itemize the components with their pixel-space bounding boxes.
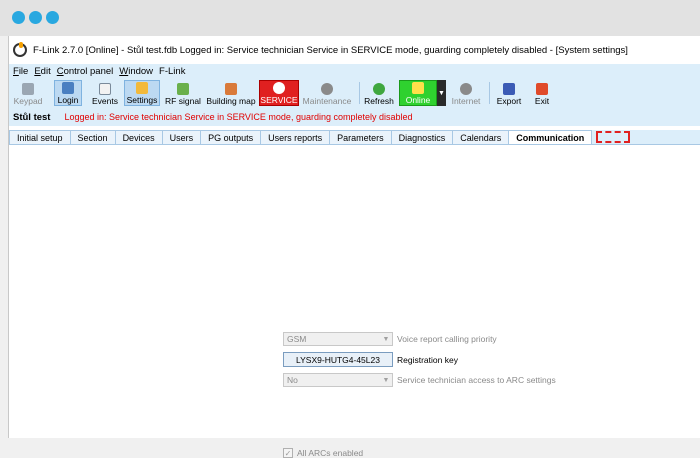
keypad-button[interactable]: Keypad xyxy=(12,80,44,106)
technician-arc-access-label: Service technician access to ARC setting… xyxy=(397,375,556,385)
settings-icon xyxy=(136,82,148,94)
tab-bar: Initial setup Section Devices Users PG o… xyxy=(9,130,700,144)
app-logo-icon xyxy=(13,42,27,57)
settings-button[interactable]: Settings xyxy=(124,80,160,106)
registration-key-label: Registration key xyxy=(397,354,458,365)
communication-panel: GSM ▼ Voice report calling priority LYSX… xyxy=(9,144,700,458)
tab-calendars[interactable]: Calendars xyxy=(452,130,510,144)
all-arcs-label: All ARCs enabled xyxy=(297,448,364,458)
toolbar: Keypad Login Events Settings RF signal B… xyxy=(9,78,700,108)
refresh-button[interactable]: Refresh xyxy=(362,80,396,106)
events-button[interactable]: Events xyxy=(89,80,121,106)
toolbar-separator xyxy=(489,82,490,104)
tab-pg-outputs[interactable]: PG outputs xyxy=(200,130,262,144)
exit-icon xyxy=(536,83,548,95)
maintenance-icon xyxy=(321,83,333,95)
technician-arc-access-select[interactable]: No ▼ xyxy=(283,373,393,387)
title-bar: F-Link 2.7.0 [Online] - Stůl test.fdb Lo… xyxy=(9,36,700,64)
export-icon xyxy=(503,83,515,95)
technician-arc-access-row: No ▼ Service technician access to ARC se… xyxy=(283,373,556,387)
exit-button[interactable]: Exit xyxy=(529,80,555,106)
chevron-down-icon: ▼ xyxy=(382,376,390,384)
device-name: Stůl test xyxy=(13,111,51,123)
login-icon xyxy=(62,82,74,94)
tab-communication[interactable]: Communication xyxy=(508,130,593,144)
window-dot-icon xyxy=(12,11,25,24)
browser-chrome xyxy=(0,0,700,36)
all-arcs-row: ✓ All ARCs enabled xyxy=(283,448,363,458)
rf-signal-icon xyxy=(177,83,189,95)
window-dot-icon xyxy=(46,11,59,24)
tab-users[interactable]: Users xyxy=(161,130,202,144)
online-icon xyxy=(412,82,424,94)
all-arcs-checkbox[interactable]: ✓ xyxy=(283,448,293,458)
online-dropdown-chevron-down-icon[interactable]: ▼ xyxy=(437,80,446,106)
login-status-message: Logged in: Service technician Service in… xyxy=(64,112,413,122)
tab-section[interactable]: Section xyxy=(69,130,116,144)
menu-edit[interactable]: Edit xyxy=(34,66,50,77)
building-map-button[interactable]: Building map xyxy=(205,80,257,106)
menu-f-link[interactable]: F-Link xyxy=(159,66,185,77)
highlight-marker xyxy=(596,131,631,143)
internet-icon xyxy=(460,83,472,95)
online-button[interactable]: Online xyxy=(399,80,437,106)
voice-report-priority-label: Voice report calling priority xyxy=(397,334,497,344)
window-title: F-Link 2.7.0 [Online] - Stůl test.fdb Lo… xyxy=(33,44,628,56)
status-bar: Stůl test Logged in: Service technician … xyxy=(9,108,700,126)
maintenance-button[interactable]: Maintenance xyxy=(301,80,353,106)
menu-bar: File Edit Control panel Window F-Link xyxy=(9,64,700,78)
keypad-icon xyxy=(22,83,34,95)
window-dot-icon xyxy=(29,11,42,24)
internet-button[interactable]: Internet xyxy=(448,80,484,106)
building-map-icon xyxy=(225,83,237,95)
refresh-icon xyxy=(373,83,385,95)
menu-window[interactable]: Window xyxy=(119,66,153,77)
service-icon xyxy=(273,82,285,94)
tab-initial-setup[interactable]: Initial setup xyxy=(9,130,71,144)
tab-diagnostics[interactable]: Diagnostics xyxy=(390,130,454,144)
voice-report-priority-row: GSM ▼ Voice report calling priority xyxy=(283,332,497,346)
menu-control-panel[interactable]: Control panel xyxy=(57,66,114,77)
export-button[interactable]: Export xyxy=(493,80,525,106)
tab-parameters[interactable]: Parameters xyxy=(329,130,392,144)
tab-devices[interactable]: Devices xyxy=(114,130,163,144)
menu-file[interactable]: File xyxy=(13,66,28,77)
voice-report-priority-select[interactable]: GSM ▼ xyxy=(283,332,393,346)
rf-signal-button[interactable]: RF signal xyxy=(164,80,202,106)
chevron-down-icon: ▼ xyxy=(382,335,390,343)
events-icon xyxy=(99,83,111,95)
registration-key-field[interactable]: LYSX9-HUTG4-45L23 xyxy=(283,352,393,367)
login-button[interactable]: Login xyxy=(54,80,82,106)
toolbar-separator xyxy=(359,82,360,104)
registration-key-row: LYSX9-HUTG4-45L23 Registration key xyxy=(283,352,458,367)
app-window: F-Link 2.7.0 [Online] - Stůl test.fdb Lo… xyxy=(8,36,700,458)
service-button[interactable]: SERVICE xyxy=(259,80,299,106)
tab-users-reports[interactable]: Users reports xyxy=(260,130,331,144)
